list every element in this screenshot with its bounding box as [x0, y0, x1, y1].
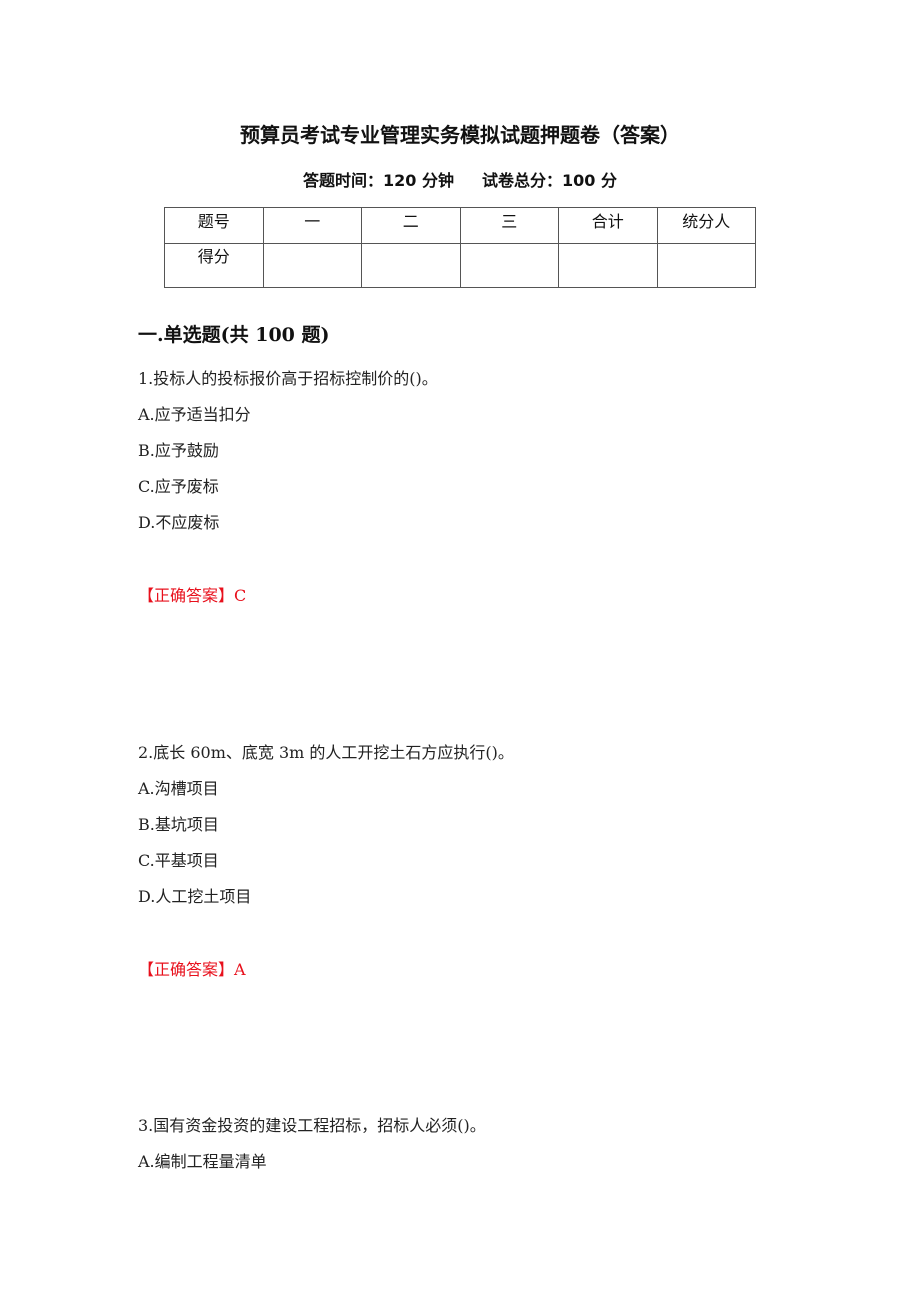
question-1-answer: 【正确答案】C [138, 586, 247, 605]
score-cell-part-1 [262, 243, 362, 288]
total-score: 试卷总分：100 分 [482, 171, 617, 190]
row-label-score: 得分 [164, 243, 264, 288]
header-cell-part-2: 二 [361, 207, 461, 244]
question-1-option-b: B.应予鼓励 [138, 441, 219, 460]
question-2-option-a: A.沟槽项目 [138, 779, 219, 798]
score-cell-part-2 [361, 243, 461, 288]
document-title: 预算员考试专业管理实务模拟试题押题卷（答案） [240, 123, 680, 147]
question-1-option-a: A.应予适当扣分 [138, 405, 251, 424]
question-1-stem: 1.投标人的投标报价高于招标控制价的()。 [138, 369, 438, 388]
header-cell-part-3: 三 [459, 207, 559, 244]
question-2-option-d: D.人工挖土项目 [138, 887, 252, 906]
header-cell-total: 合计 [558, 207, 658, 244]
question-3-stem: 3.国有资金投资的建设工程招标，招标人必须()。 [138, 1116, 486, 1135]
exam-info: 答题时间：120 分钟 试卷总分：100 分 [0, 168, 920, 194]
header-cell-question-no: 题号 [164, 207, 264, 244]
score-table: 题号 一 二 三 合计 统分人 得分 [164, 207, 756, 288]
header-cell-part-1: 一 [262, 207, 362, 244]
question-2-option-c: C.平基项目 [138, 851, 219, 870]
section-title: 一.单选题(共 100 题) [138, 324, 330, 346]
score-cell-scorer [656, 243, 756, 288]
question-2-option-b: B.基坑项目 [138, 815, 219, 834]
question-2-stem: 2.底长 60m、底宽 3m 的人工开挖土石方应执行()。 [138, 743, 514, 762]
score-table-header-row: 题号 一 二 三 合计 统分人 [164, 207, 756, 244]
question-1-option-d: D.不应废标 [138, 513, 220, 532]
exam-time: 答题时间：120 分钟 [303, 171, 454, 190]
question-1-option-c: C.应予废标 [138, 477, 219, 496]
header-cell-scorer: 统分人 [656, 207, 756, 244]
score-cell-total [558, 243, 658, 288]
question-2-answer: 【正确答案】A [138, 960, 246, 979]
score-cell-part-3 [459, 243, 559, 288]
question-3-option-a: A.编制工程量清单 [138, 1152, 267, 1171]
score-table-score-row: 得分 [164, 243, 756, 288]
